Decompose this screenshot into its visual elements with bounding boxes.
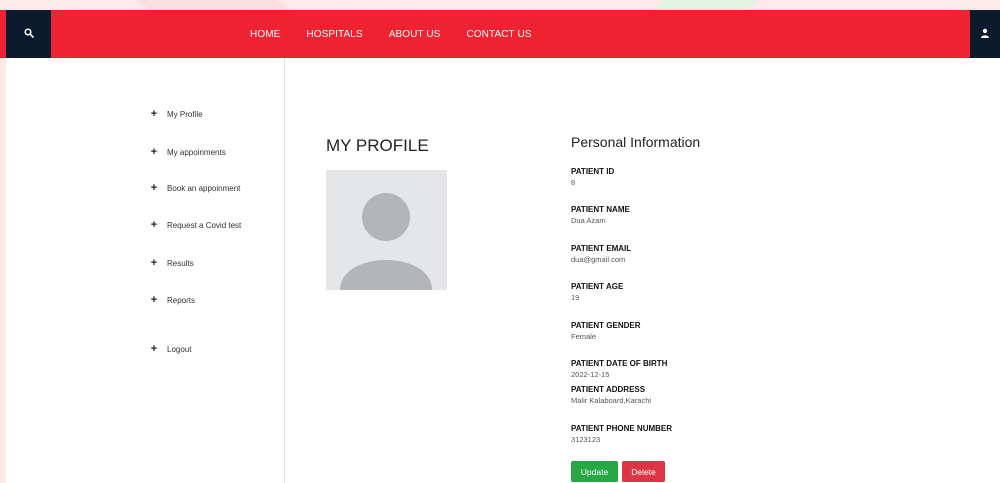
search-button[interactable] [6,10,51,58]
nav-about-us[interactable]: ABOUT US [389,29,441,40]
patient-phone-field: PATIENT PHONE NUMBER 3123123 [571,423,672,445]
patient-id-field: PATIENT ID 8 [571,166,614,188]
sidebar-item-results[interactable]: + Results [150,257,194,269]
sidebar-item-label: My appoinments [167,147,226,157]
nav-contact-us[interactable]: CONTACT US [466,29,531,40]
sidebar-item-book-appointment[interactable]: + Book an appoinment [150,182,241,194]
field-label: PATIENT NAME [571,205,630,214]
sidebar-item-label: My Profile [167,109,203,119]
plus-icon: + [150,294,158,306]
main-nav: HOME HOSPITALS ABOUT US CONTACT US [250,10,558,58]
field-value: Female [571,332,597,341]
update-button[interactable]: Update [571,461,618,482]
avatar-placeholder-icon [340,193,432,290]
field-label: PATIENT GENDER [571,321,641,330]
field-value: 8 [571,178,576,187]
patient-age-field: PATIENT AGE 19 [571,281,623,303]
sidebar-item-reports[interactable]: + Reports [150,294,195,306]
sidebar-item-request-covid-test[interactable]: + Request a Covid test [150,219,241,231]
field-label: PATIENT EMAIL [571,244,632,253]
sidebar-item-label: Book an appoinment [167,183,241,193]
sidebar-item-label: Reports [167,295,196,305]
patient-email-field: PATIENT EMAIL dua@gmail.com [571,243,631,265]
sidebar-item-my-appointments[interactable]: + My appoinments [150,146,226,158]
patient-dob-field: PATIENT DATE OF BIRTH 2022-12-15 [571,358,667,380]
nav-home[interactable]: HOME [250,29,280,40]
plus-icon: + [150,108,158,120]
user-account-button[interactable] [970,10,1000,58]
nav-hospitals[interactable]: HOSPITALS [306,29,362,40]
plus-icon: + [150,182,158,194]
patient-address-field: PATIENT ADDRESS Malir Kalaboard,Karachi [571,384,651,406]
plus-icon: + [150,343,158,355]
plus-icon: + [150,219,158,231]
field-value: 2022-12-15 [571,370,610,379]
field-label: PATIENT PHONE NUMBER [571,424,673,433]
field-label: PATIENT DATE OF BIRTH [571,359,668,368]
search-icon [23,25,34,43]
plus-icon: + [150,146,158,158]
user-icon [980,25,990,43]
field-value: dua@gmail.com [571,255,626,264]
field-label: PATIENT ADDRESS [571,385,646,394]
patient-gender-field: PATIENT GENDER Female [571,320,640,342]
sidebar-item-label: Results [167,258,194,268]
field-label: PATIENT AGE [571,282,624,291]
delete-button[interactable]: Delete [622,461,665,482]
field-value: Malir Kalaboard,Karachi [571,396,652,405]
field-value: 19 [571,293,580,302]
field-label: PATIENT ID [571,167,615,176]
field-value: 3123123 [571,435,601,444]
sidebar-item-my-profile[interactable]: + My Profile [150,108,203,120]
section-title: Personal Information [571,134,701,150]
sidebar: + My Profile + My appoinments + Book an … [6,58,285,483]
sidebar-item-logout[interactable]: + Logout [150,343,192,355]
plus-icon: + [150,257,158,269]
main-content: + My Profile + My appoinments + Book an … [6,58,1000,483]
avatar [326,170,447,290]
sidebar-item-label: Logout [167,344,192,354]
sidebar-item-label: Request a Covid test [167,220,242,230]
patient-name-field: PATIENT NAME Dua Azam [571,204,630,226]
page-title: MY PROFILE [326,136,429,155]
field-value: Dua Azam [571,216,606,225]
